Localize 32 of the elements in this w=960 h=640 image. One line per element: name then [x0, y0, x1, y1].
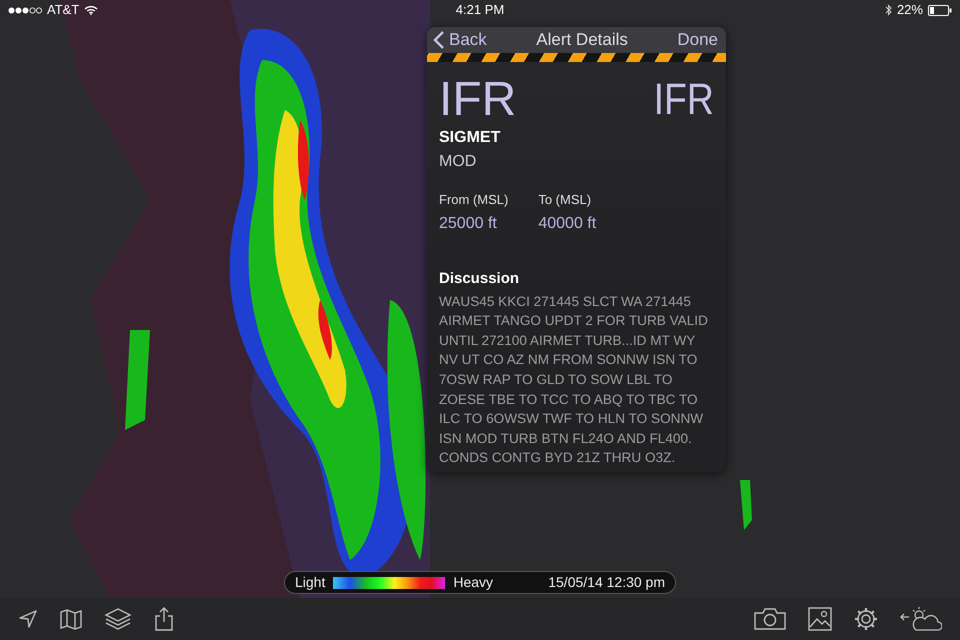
- signal-strength-icon: [8, 6, 42, 14]
- clock-time: 4:21 PM: [456, 1, 504, 20]
- alert-type: SIGMET: [439, 129, 500, 146]
- altitude-value: 40000 ft: [538, 214, 596, 234]
- location-arrow-icon[interactable]: [18, 609, 38, 629]
- altitude-label: To (MSL): [538, 191, 592, 210]
- panel-title: Alert Details: [536, 29, 628, 51]
- back-chevron-icon: [433, 30, 445, 50]
- wifi-icon: [84, 5, 98, 15]
- flight-category: IFR: [439, 76, 516, 124]
- legend-label: Heavy: [453, 573, 494, 592]
- radar-timestamp: 15/05/14 12:30 pm: [548, 573, 665, 592]
- section-heading: Discussion: [439, 270, 520, 287]
- altitude-value: 25000 ft: [439, 214, 498, 234]
- flight-category-label: IFR: [654, 78, 714, 122]
- altitude-label: From (MSL): [439, 191, 508, 210]
- weather-cloud-icon[interactable]: [900, 606, 942, 632]
- layers-icon[interactable]: [104, 607, 132, 631]
- bluetooth-icon: [884, 4, 892, 16]
- battery-percentage: 22%: [896, 1, 923, 20]
- legend-label: Light: [295, 573, 326, 592]
- map-icon[interactable]: [60, 608, 82, 630]
- alert-severity: MOD: [439, 153, 476, 170]
- image-icon[interactable]: [808, 607, 832, 631]
- discussion-text: WAUS45 KKCI 271445 SLCT WA 271445 AIRMET TANGO UPDT 2 FOR TURB VALID UNTIL 272100 AIRMET TURB...ID MT WY NV UT CO AZ NM FROM SONNW ISN TO 7OSW RAP TO GLD TO SOW LBL TO ZOESE TBE TO TCC TO ABQ TO TBC TO ILC TO 6OWSW TWF TO HLN TO SONNW ISN MOD TURB BTN FL24O AND FL400. CONDS CONTG BYD 21Z THRU O3Z.: [439, 292, 709, 468]
- camera-icon[interactable]: [754, 608, 786, 630]
- battery-icon: [928, 4, 952, 16]
- done-button[interactable]: Done: [677, 27, 718, 52]
- carrier-name: AT&T: [47, 1, 80, 20]
- back-button[interactable]: Back: [433, 27, 487, 52]
- settings-icon[interactable]: [854, 607, 878, 631]
- share-icon[interactable]: [154, 607, 174, 631]
